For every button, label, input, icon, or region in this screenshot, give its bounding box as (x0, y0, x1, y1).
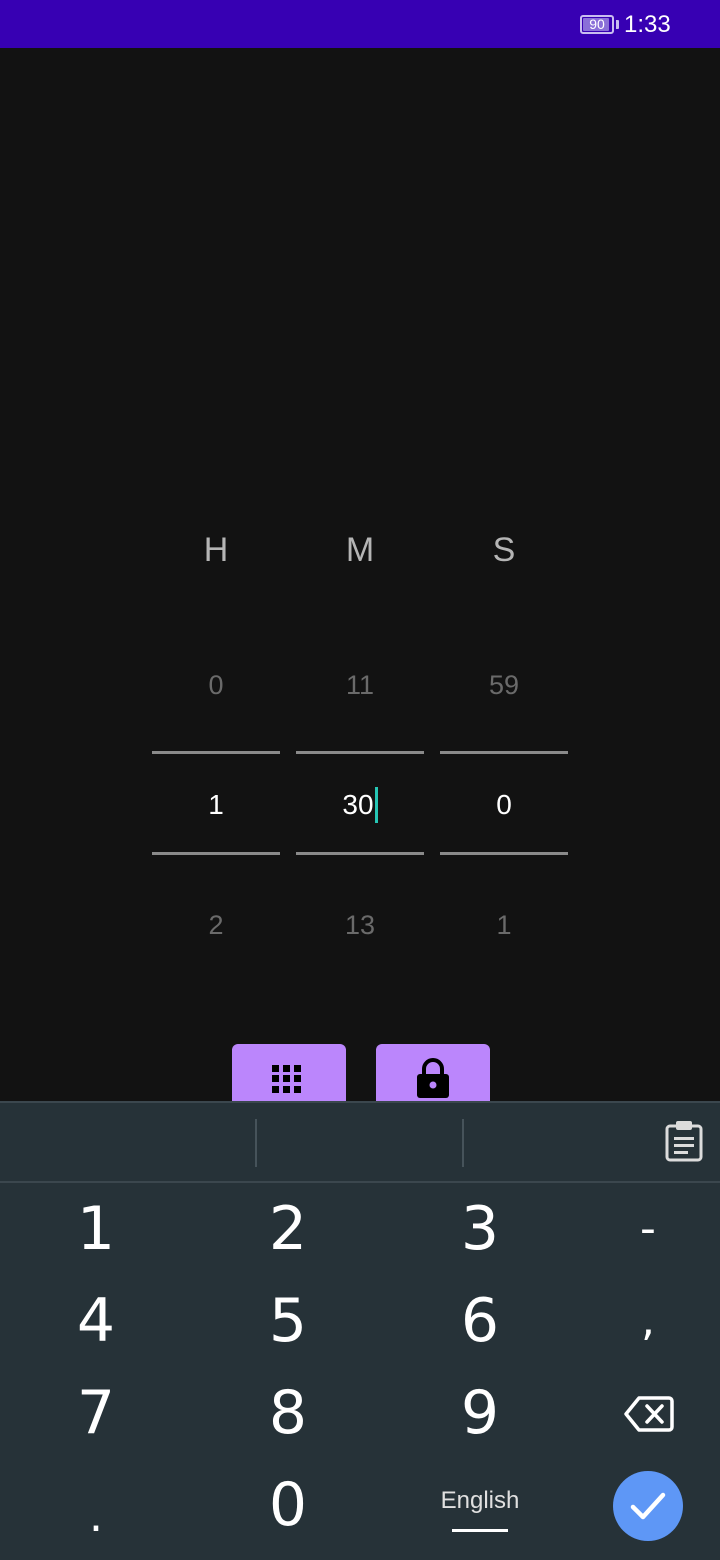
hours-header: H (203, 531, 229, 569)
hours-input[interactable]: 1 (152, 788, 280, 822)
keypad-icon (272, 1065, 301, 1093)
seconds-prev-value[interactable]: 59 (440, 668, 568, 702)
seconds-header: S (492, 531, 516, 569)
key-9[interactable]: 9 (390, 1367, 570, 1459)
status-bar: 90 1:33 (0, 0, 720, 48)
numeric-keyboard: 1 2 3 - 4 5 6 , 7 8 9 . 0 English (0, 1101, 720, 1560)
key-1[interactable]: 1 (6, 1183, 186, 1275)
lock-button[interactable] (376, 1044, 490, 1104)
minutes-value: 30 (342, 789, 374, 820)
battery-tip (616, 20, 619, 29)
backspace-icon[interactable] (624, 1395, 674, 1433)
done-button[interactable] (613, 1471, 683, 1541)
hours-value: 1 (208, 789, 224, 820)
language-underline (452, 1529, 508, 1532)
clipboard-icon[interactable] (664, 1120, 704, 1162)
suggestion-bar (0, 1103, 720, 1183)
key-4[interactable]: 4 (6, 1275, 186, 1367)
minutes-top-divider (296, 751, 424, 754)
seconds-top-divider (440, 751, 568, 754)
key-dot[interactable]: . (6, 1471, 186, 1560)
key-0[interactable]: 0 (198, 1459, 378, 1551)
minutes-bottom-divider (296, 852, 424, 855)
keypad-button[interactable] (232, 1044, 346, 1104)
key-6[interactable]: 6 (390, 1275, 570, 1367)
hours-prev-value[interactable]: 0 (152, 668, 280, 702)
hours-next-value[interactable]: 2 (152, 908, 280, 942)
key-comma[interactable]: , (558, 1275, 720, 1367)
key-8[interactable]: 8 (198, 1367, 378, 1459)
hours-bottom-divider (152, 852, 280, 855)
lock-icon (417, 1058, 449, 1098)
seconds-input[interactable]: 0 (440, 788, 568, 822)
battery-percent: 90 (589, 16, 605, 32)
seconds-value: 0 (496, 789, 512, 820)
minutes-prev-value[interactable]: 11 (296, 668, 424, 702)
key-2[interactable]: 2 (198, 1183, 378, 1275)
seconds-bottom-divider (440, 852, 568, 855)
key-7[interactable]: 7 (6, 1367, 186, 1459)
checkmark-icon (630, 1492, 666, 1520)
suggestion-divider (255, 1119, 257, 1167)
suggestion-divider (462, 1119, 464, 1167)
minutes-next-value[interactable]: 13 (296, 908, 424, 942)
text-cursor (374, 786, 378, 823)
status-time: 1:33 (624, 11, 671, 38)
language-switch[interactable]: English (420, 1479, 540, 1523)
seconds-next-value[interactable]: 1 (440, 908, 568, 942)
battery-icon: 90 (580, 15, 614, 34)
key-minus[interactable]: - (558, 1183, 720, 1275)
key-5[interactable]: 5 (198, 1275, 378, 1367)
key-3[interactable]: 3 (390, 1183, 570, 1275)
minutes-header: M (345, 531, 375, 569)
hours-top-divider (152, 751, 280, 754)
minutes-input[interactable]: 30 (296, 786, 424, 823)
